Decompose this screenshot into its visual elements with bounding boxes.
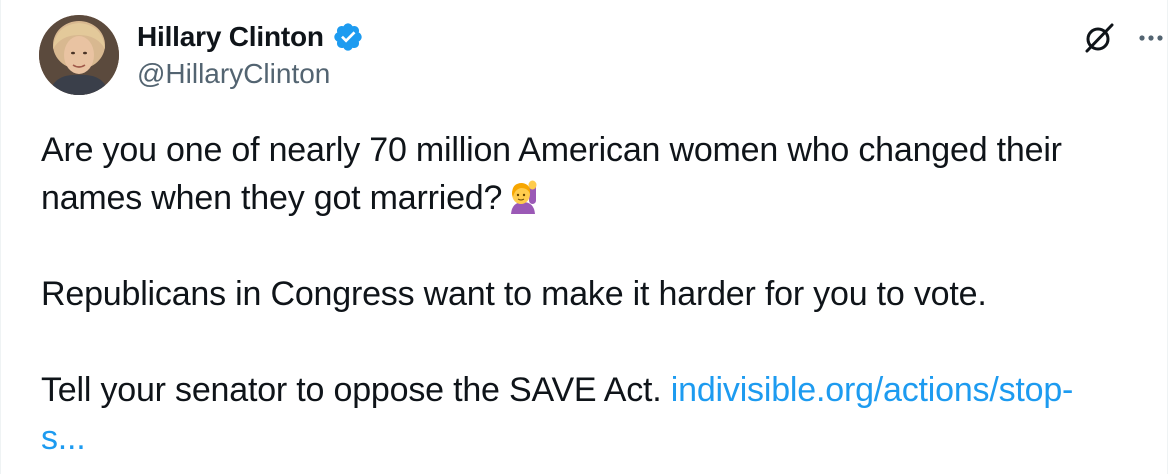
author-handle[interactable]: @HillaryClinton bbox=[137, 58, 330, 90]
tweet-line-2: names when they got married? bbox=[41, 174, 1141, 222]
tweet-paragraph-2: Republicans in Congress want to make it … bbox=[41, 275, 987, 313]
tweet-paragraph-3-text: Tell your senator to oppose the SAVE Act… bbox=[41, 371, 671, 409]
woman-raising-hand-emoji bbox=[506, 179, 540, 214]
avatar[interactable] bbox=[39, 15, 119, 95]
author-display-name[interactable]: Hillary Clinton bbox=[137, 21, 324, 53]
avatar-image bbox=[39, 15, 119, 95]
author-name-row: Hillary Clinton bbox=[137, 17, 364, 57]
grok-icon[interactable] bbox=[1081, 20, 1117, 56]
tweet-link-overflow[interactable]: s... bbox=[41, 419, 86, 457]
tweet-link-continuation: s... bbox=[41, 414, 1141, 462]
tweet-line-2-text: names when they got married? bbox=[41, 179, 503, 217]
tweet-paragraph-3: Tell your senator to oppose the SAVE Act… bbox=[41, 366, 1141, 414]
tweet-link[interactable]: indivisible.org/actions/stop- bbox=[671, 371, 1074, 409]
more-options-icon[interactable] bbox=[1133, 20, 1169, 56]
tweet-text: Are you one of nearly 70 million America… bbox=[41, 126, 1141, 462]
tweet-line-1: Are you one of nearly 70 million America… bbox=[41, 131, 1062, 169]
verified-badge-icon[interactable] bbox=[332, 21, 364, 53]
tweet-card[interactable]: Hillary Clinton @HillaryClinton Are you … bbox=[0, 0, 1168, 474]
